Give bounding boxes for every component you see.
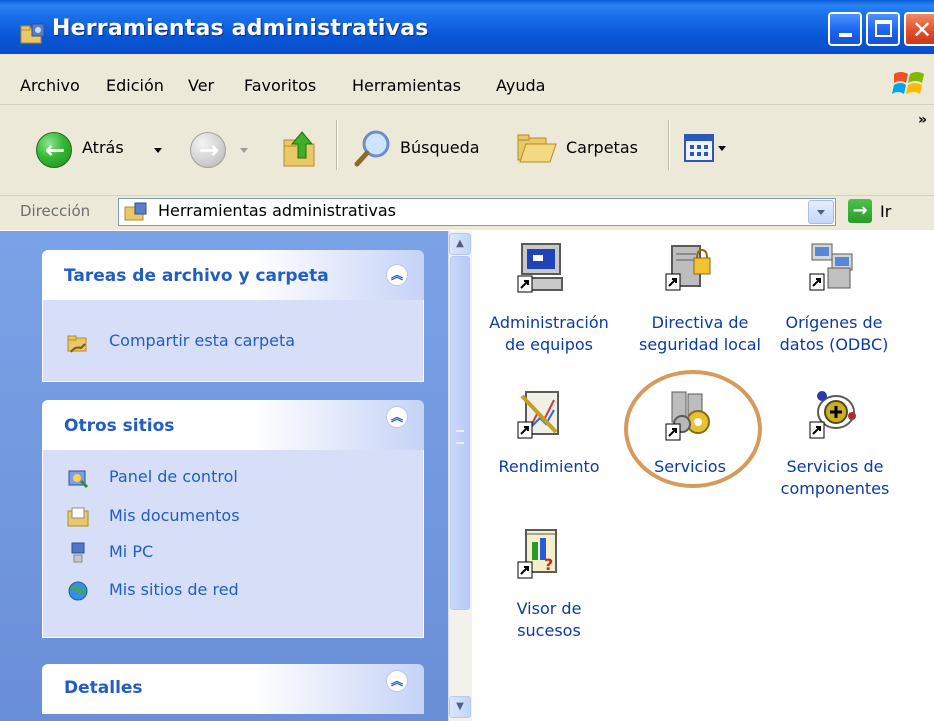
item-event-viewer[interactable]: Visor de sucesos	[484, 598, 614, 642]
item-computer-management[interactable]: Administración de equipos	[484, 312, 614, 356]
place-my-documents[interactable]: Mis documentos	[109, 506, 240, 525]
back-dropdown-icon[interactable]	[154, 148, 162, 153]
menu-edicion[interactable]: Edición	[106, 76, 164, 95]
maximize-icon	[875, 20, 892, 37]
go-arrow-icon: →	[852, 200, 868, 221]
panel-title: Otros sitios	[64, 416, 175, 436]
scroll-down-button[interactable]: ▼	[449, 696, 471, 718]
control-panel-icon	[68, 470, 89, 489]
address-label: Dirección	[20, 202, 91, 220]
toolbar-overflow-chevron[interactable]: »	[918, 112, 927, 128]
search-icon[interactable]	[354, 128, 394, 168]
svg-text:?: ?	[544, 555, 553, 574]
windows-logo-icon	[892, 72, 924, 94]
close-icon: ✕	[912, 16, 933, 44]
folders-button[interactable]: Carpetas	[566, 138, 638, 157]
double-chevron-up-icon: ︽	[390, 268, 403, 282]
place-my-pc[interactable]: Mi PC	[109, 542, 153, 561]
scroll-grip	[456, 430, 464, 444]
maximize-button[interactable]	[866, 12, 900, 46]
window-title: Herramientas administrativas	[52, 16, 429, 41]
panel-body: Compartir esta carpeta	[42, 300, 424, 382]
admin-tools-folder-icon	[20, 23, 45, 44]
chevron-down-icon: ▼	[456, 701, 464, 712]
chevron-up-icon: ▲	[456, 238, 464, 249]
double-chevron-up-icon: ︽	[390, 674, 403, 688]
panel-header[interactable]: Detalles ︽	[42, 664, 424, 714]
go-button[interactable]: →	[848, 199, 872, 223]
item-odbc-data-sources[interactable]: Orígenes de datos (ODBC)	[770, 312, 898, 356]
performance-icon[interactable]	[516, 388, 566, 440]
back-label[interactable]: Atrás	[82, 138, 124, 157]
place-network[interactable]: Mis sitios de red	[109, 580, 239, 599]
minimize-icon	[839, 33, 852, 37]
odbc-data-sources-icon[interactable]	[808, 240, 858, 292]
address-dropdown-button[interactable]	[808, 200, 834, 224]
collapse-button[interactable]: ︽	[386, 406, 408, 428]
local-security-policy-icon[interactable]	[664, 240, 714, 292]
panel-file-folder-tasks: Tareas de archivo y carpeta ︽ Compartir …	[42, 250, 424, 382]
panel-body: Panel de control Mis documentos Mi PC Mi…	[42, 450, 424, 638]
panel-other-places: Otros sitios ︽ Panel de control Mis docu…	[42, 400, 424, 638]
address-value[interactable]: Herramientas administrativas	[158, 201, 396, 220]
chevron-down-icon	[817, 210, 825, 215]
toolbar-separator	[668, 120, 670, 170]
go-label[interactable]: Ir	[880, 202, 891, 221]
double-chevron-up-icon: ︽	[390, 410, 403, 424]
menu-ayuda[interactable]: Ayuda	[496, 76, 545, 95]
place-control-panel[interactable]: Panel de control	[109, 467, 238, 486]
panel-header[interactable]: Otros sitios ︽	[42, 400, 424, 450]
forward-dropdown-icon[interactable]	[240, 148, 248, 153]
title-bar[interactable]: Herramientas administrativas ✕	[0, 0, 934, 54]
search-button[interactable]: Búsqueda	[400, 138, 480, 157]
views-icon[interactable]	[684, 134, 714, 162]
component-services-icon[interactable]	[808, 388, 858, 440]
panel-details: Detalles ︽	[42, 664, 424, 721]
up-folder-button[interactable]	[280, 126, 320, 170]
folders-icon[interactable]	[516, 130, 560, 166]
share-folder-icon	[67, 335, 87, 353]
forward-arrow-icon: →	[198, 136, 220, 164]
panel-header[interactable]: Tareas de archivo y carpeta ︽	[42, 250, 424, 300]
menu-favoritos[interactable]: Favoritos	[244, 76, 316, 95]
menu-ver[interactable]: Ver	[188, 76, 214, 95]
back-arrow-icon: ←	[44, 136, 66, 164]
admin-tools-folder-icon	[124, 202, 147, 221]
menu-archivo[interactable]: Archivo	[20, 76, 80, 95]
item-performance[interactable]: Rendimiento	[484, 456, 614, 478]
event-viewer-icon[interactable]: ?	[516, 528, 566, 580]
panel-title: Detalles	[64, 678, 143, 698]
menu-herramientas[interactable]: Herramientas	[352, 76, 461, 95]
network-places-icon	[68, 581, 88, 601]
views-dropdown-icon[interactable]	[718, 146, 726, 151]
panel-title: Tareas de archivo y carpeta	[64, 266, 329, 286]
forward-button[interactable]: →	[190, 132, 226, 168]
item-local-security-policy[interactable]: Directiva de seguridad local	[622, 312, 778, 356]
minimize-button[interactable]	[828, 12, 862, 46]
my-computer-icon	[71, 542, 85, 563]
back-button[interactable]: ←	[36, 132, 72, 168]
toolbar-separator	[336, 120, 338, 170]
scroll-up-button[interactable]: ▲	[449, 233, 471, 255]
my-documents-icon	[67, 507, 89, 527]
collapse-button[interactable]: ︽	[386, 670, 408, 692]
item-component-services[interactable]: Servicios de componentes	[770, 456, 900, 500]
collapse-button[interactable]: ︽	[386, 264, 408, 286]
task-share-folder[interactable]: Compartir esta carpeta	[109, 331, 295, 350]
highlight-ring	[624, 370, 762, 488]
explorer-window: Herramientas administrativas ✕ Archivo E…	[0, 0, 934, 721]
computer-management-icon[interactable]	[516, 242, 566, 294]
close-button[interactable]: ✕	[904, 12, 934, 46]
